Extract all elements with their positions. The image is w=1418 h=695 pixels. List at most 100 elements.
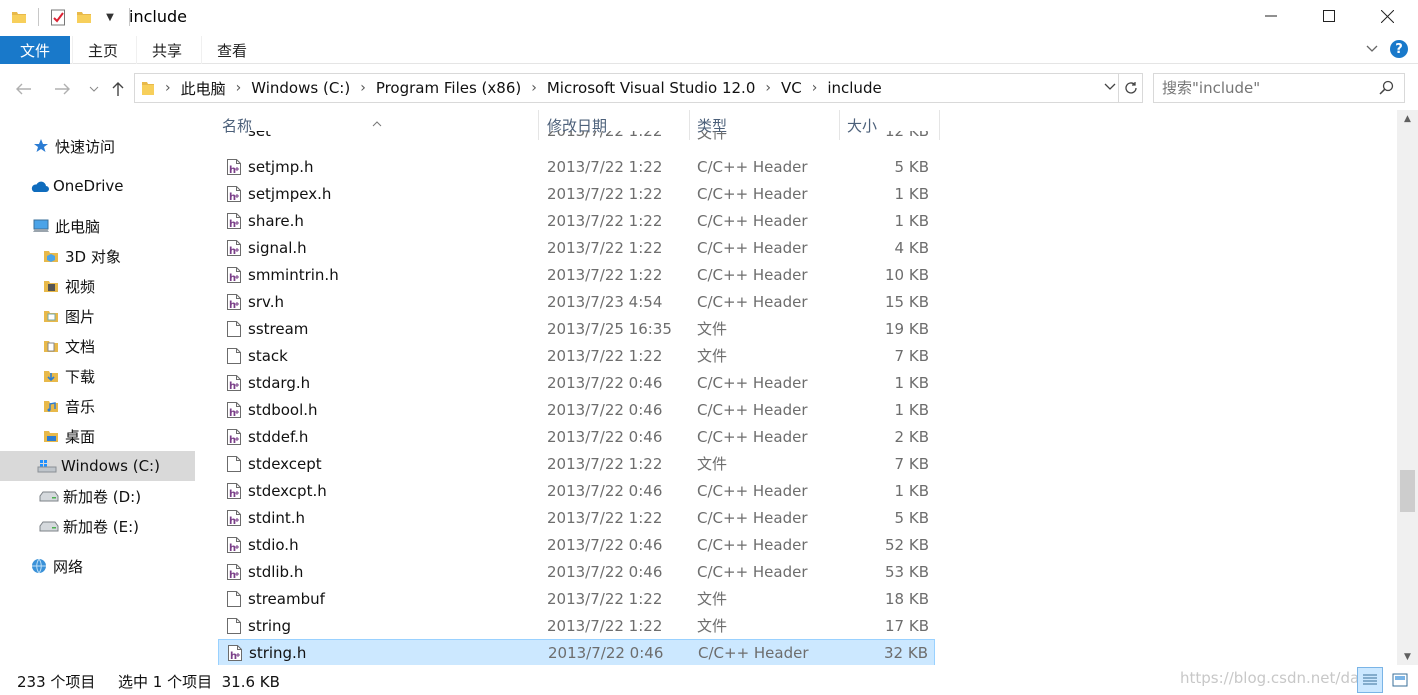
header-file-icon: h: [226, 563, 242, 581]
table-row[interactable]: h setjmpex.h 2013/7/22 1:22 C/C++ Header 1 K…: [218, 180, 935, 207]
table-row[interactable]: h stdio.h 2013/7/22 0:46 C/C++ Header 52 KB: [218, 531, 935, 558]
large-icons-view-icon[interactable]: [1387, 667, 1413, 693]
back-arrow-icon[interactable]: [12, 78, 36, 100]
breadcrumb-visual-studio[interactable]: › Microsoft Visual Studio 12.0: [531, 79, 755, 97]
file-type: C/C++ Header: [697, 184, 808, 203]
navigation-bar: › 此电脑 › Windows (C:) › Program Files (x86) …: [0, 66, 1418, 110]
help-button[interactable]: ?: [1390, 40, 1408, 58]
file-size: 7 KB: [894, 346, 929, 365]
file-type: 文件: [697, 455, 728, 473]
nav-item-quick-access[interactable]: 快速访问: [0, 131, 195, 161]
nav-item-downloads[interactable]: 下载: [0, 361, 195, 391]
minimize-button[interactable]: [1242, 0, 1300, 32]
nav-item-documents[interactable]: 文档: [0, 331, 195, 361]
file-type: 文件: [697, 131, 728, 142]
details-view-icon[interactable]: [1357, 667, 1383, 693]
tab-file[interactable]: 文件: [0, 36, 70, 64]
table-row[interactable]: stack 2013/7/22 1:22 文件 7 KB: [218, 342, 935, 369]
breadcrumb-vc[interactable]: › VC: [765, 79, 801, 97]
selection-info: 选中 1 个项目 31.6 KB: [118, 673, 280, 691]
breadcrumb-program-files[interactable]: › Program Files (x86): [360, 79, 521, 97]
nav-item-videos[interactable]: 视频: [0, 271, 195, 301]
nav-item-3d-objects[interactable]: 3D 对象: [0, 241, 195, 271]
search-box[interactable]: [1153, 73, 1405, 103]
blank-file-icon: [226, 590, 242, 608]
watermark-text: https://blog.csdn.net/daio: [1180, 669, 1373, 687]
file-type: C/C++ Header: [697, 157, 808, 176]
file-name-cell: stdexcept: [226, 455, 322, 473]
file-date: 2013/7/22 1:22: [547, 454, 663, 473]
table-row-partial[interactable]: set 2013/7/22 1:22 文件 12 KB: [218, 131, 935, 151]
file-name-cell: h stdexcpt.h: [226, 482, 327, 500]
address-dropdown-icon[interactable]: [1104, 80, 1116, 94]
title-bar: ▼ include: [0, 0, 1418, 34]
nav-item-onedrive[interactable]: OneDrive: [0, 171, 195, 201]
scrollbar-thumb[interactable]: [1400, 470, 1415, 512]
table-row[interactable]: h share.h 2013/7/22 1:22 C/C++ Header 1 KB: [218, 207, 935, 234]
new-folder-icon[interactable]: [73, 6, 95, 28]
maximize-button[interactable]: [1300, 0, 1358, 32]
table-row[interactable]: sstream 2013/7/25 16:35 文件 19 KB: [218, 315, 935, 342]
table-row[interactable]: h stdexcpt.h 2013/7/22 0:46 C/C++ Header 1 K…: [218, 477, 935, 504]
file-date: 2013/7/22 1:22: [547, 346, 663, 365]
address-bar[interactable]: › 此电脑 › Windows (C:) › Program Files (x86) …: [134, 73, 1119, 103]
search-icon[interactable]: [1379, 80, 1394, 99]
table-row[interactable]: h signal.h 2013/7/22 1:22 C/C++ Header 4 KB: [218, 234, 935, 261]
nav-item-drive-e[interactable]: 新加卷 (E:): [0, 511, 195, 541]
table-row[interactable]: string 2013/7/22 1:22 文件 17 KB: [218, 612, 935, 639]
file-name-cell: h string.h: [227, 644, 306, 662]
table-row[interactable]: streambuf 2013/7/22 1:22 文件 18 KB: [218, 585, 935, 612]
properties-icon[interactable]: [47, 6, 69, 28]
breadcrumb-include[interactable]: › include: [812, 79, 882, 97]
table-row[interactable]: h stdlib.h 2013/7/22 0:46 C/C++ Header 53 KB: [218, 558, 935, 585]
nav-item-label: 图片: [65, 307, 96, 326]
svg-text:h: h: [229, 165, 236, 176]
table-row[interactable]: h string.h 2013/7/22 0:46 C/C++ Header 32 KB: [218, 639, 935, 665]
scroll-down-icon[interactable]: ▼: [1397, 648, 1418, 665]
close-button[interactable]: [1358, 0, 1416, 32]
tab-share[interactable]: 共享: [136, 36, 197, 64]
breadcrumb-label: Program Files (x86): [375, 79, 522, 97]
file-type: 文件: [697, 347, 728, 365]
file-size: 1 KB: [894, 184, 929, 203]
table-row[interactable]: stdexcept 2013/7/22 1:22 文件 7 KB: [218, 450, 935, 477]
ribbon-tabs: 文件 主页 共享 查看 ?: [0, 34, 1418, 64]
nav-item-desktop[interactable]: 桌面: [0, 421, 195, 451]
nav-item-network[interactable]: 网络: [0, 551, 195, 581]
table-row[interactable]: h stdarg.h 2013/7/22 0:46 C/C++ Header 1 KB: [218, 369, 935, 396]
table-row[interactable]: h setjmp.h 2013/7/22 1:22 C/C++ Header 5 KB: [218, 153, 935, 180]
table-row[interactable]: h stdbool.h 2013/7/22 0:46 C/C++ Header 1 KB: [218, 396, 935, 423]
nav-item-drive-d[interactable]: 新加卷 (D:): [0, 481, 195, 511]
nav-item-this-pc[interactable]: 此电脑: [0, 211, 195, 241]
refresh-icon[interactable]: [1119, 73, 1143, 103]
file-date: 2013/7/22 0:46: [547, 535, 663, 554]
file-type: C/C++ Header: [697, 508, 808, 527]
table-row[interactable]: h stdint.h 2013/7/22 1:22 C/C++ Header 5 KB: [218, 504, 935, 531]
table-row[interactable]: h srv.h 2013/7/23 4:54 C/C++ Header 15 KB: [218, 288, 935, 315]
scroll-up-icon[interactable]: ▲: [1397, 110, 1418, 127]
breadcrumb-windows-c[interactable]: › Windows (C:): [236, 79, 351, 97]
recent-locations-icon[interactable]: [82, 78, 106, 100]
vertical-scrollbar[interactable]: ▲ ▼: [1397, 110, 1418, 665]
breadcrumb-label: Windows (C:): [251, 79, 351, 97]
tab-home[interactable]: 主页: [72, 36, 133, 64]
nav-item-windows-c[interactable]: Windows (C:): [0, 451, 195, 481]
up-arrow-icon[interactable]: [106, 78, 130, 100]
breadcrumb-this-pc[interactable]: › 此电脑: [165, 78, 226, 99]
tab-view[interactable]: 查看: [201, 36, 262, 64]
table-row[interactable]: h smmintrin.h 2013/7/22 1:22 C/C++ Header 10…: [218, 261, 935, 288]
file-date: 2013/7/22 0:46: [547, 427, 663, 446]
nav-item-label: 此电脑: [55, 217, 101, 236]
blank-file-icon: [226, 617, 242, 635]
search-input[interactable]: [1162, 79, 1372, 97]
expand-ribbon-icon[interactable]: [1366, 42, 1378, 56]
customize-toolbar-icon[interactable]: ▼: [99, 6, 121, 28]
item-count: 233 个项目: [17, 673, 96, 691]
header-file-icon: h: [227, 644, 243, 662]
documents-icon: [41, 336, 61, 356]
nav-item-pictures[interactable]: 图片: [0, 301, 195, 331]
table-row[interactable]: h stddef.h 2013/7/22 0:46 C/C++ Header 2 KB: [218, 423, 935, 450]
forward-arrow-icon[interactable]: [50, 78, 74, 100]
file-date: 2013/7/22 0:46: [547, 373, 663, 392]
nav-item-music[interactable]: 音乐: [0, 391, 195, 421]
